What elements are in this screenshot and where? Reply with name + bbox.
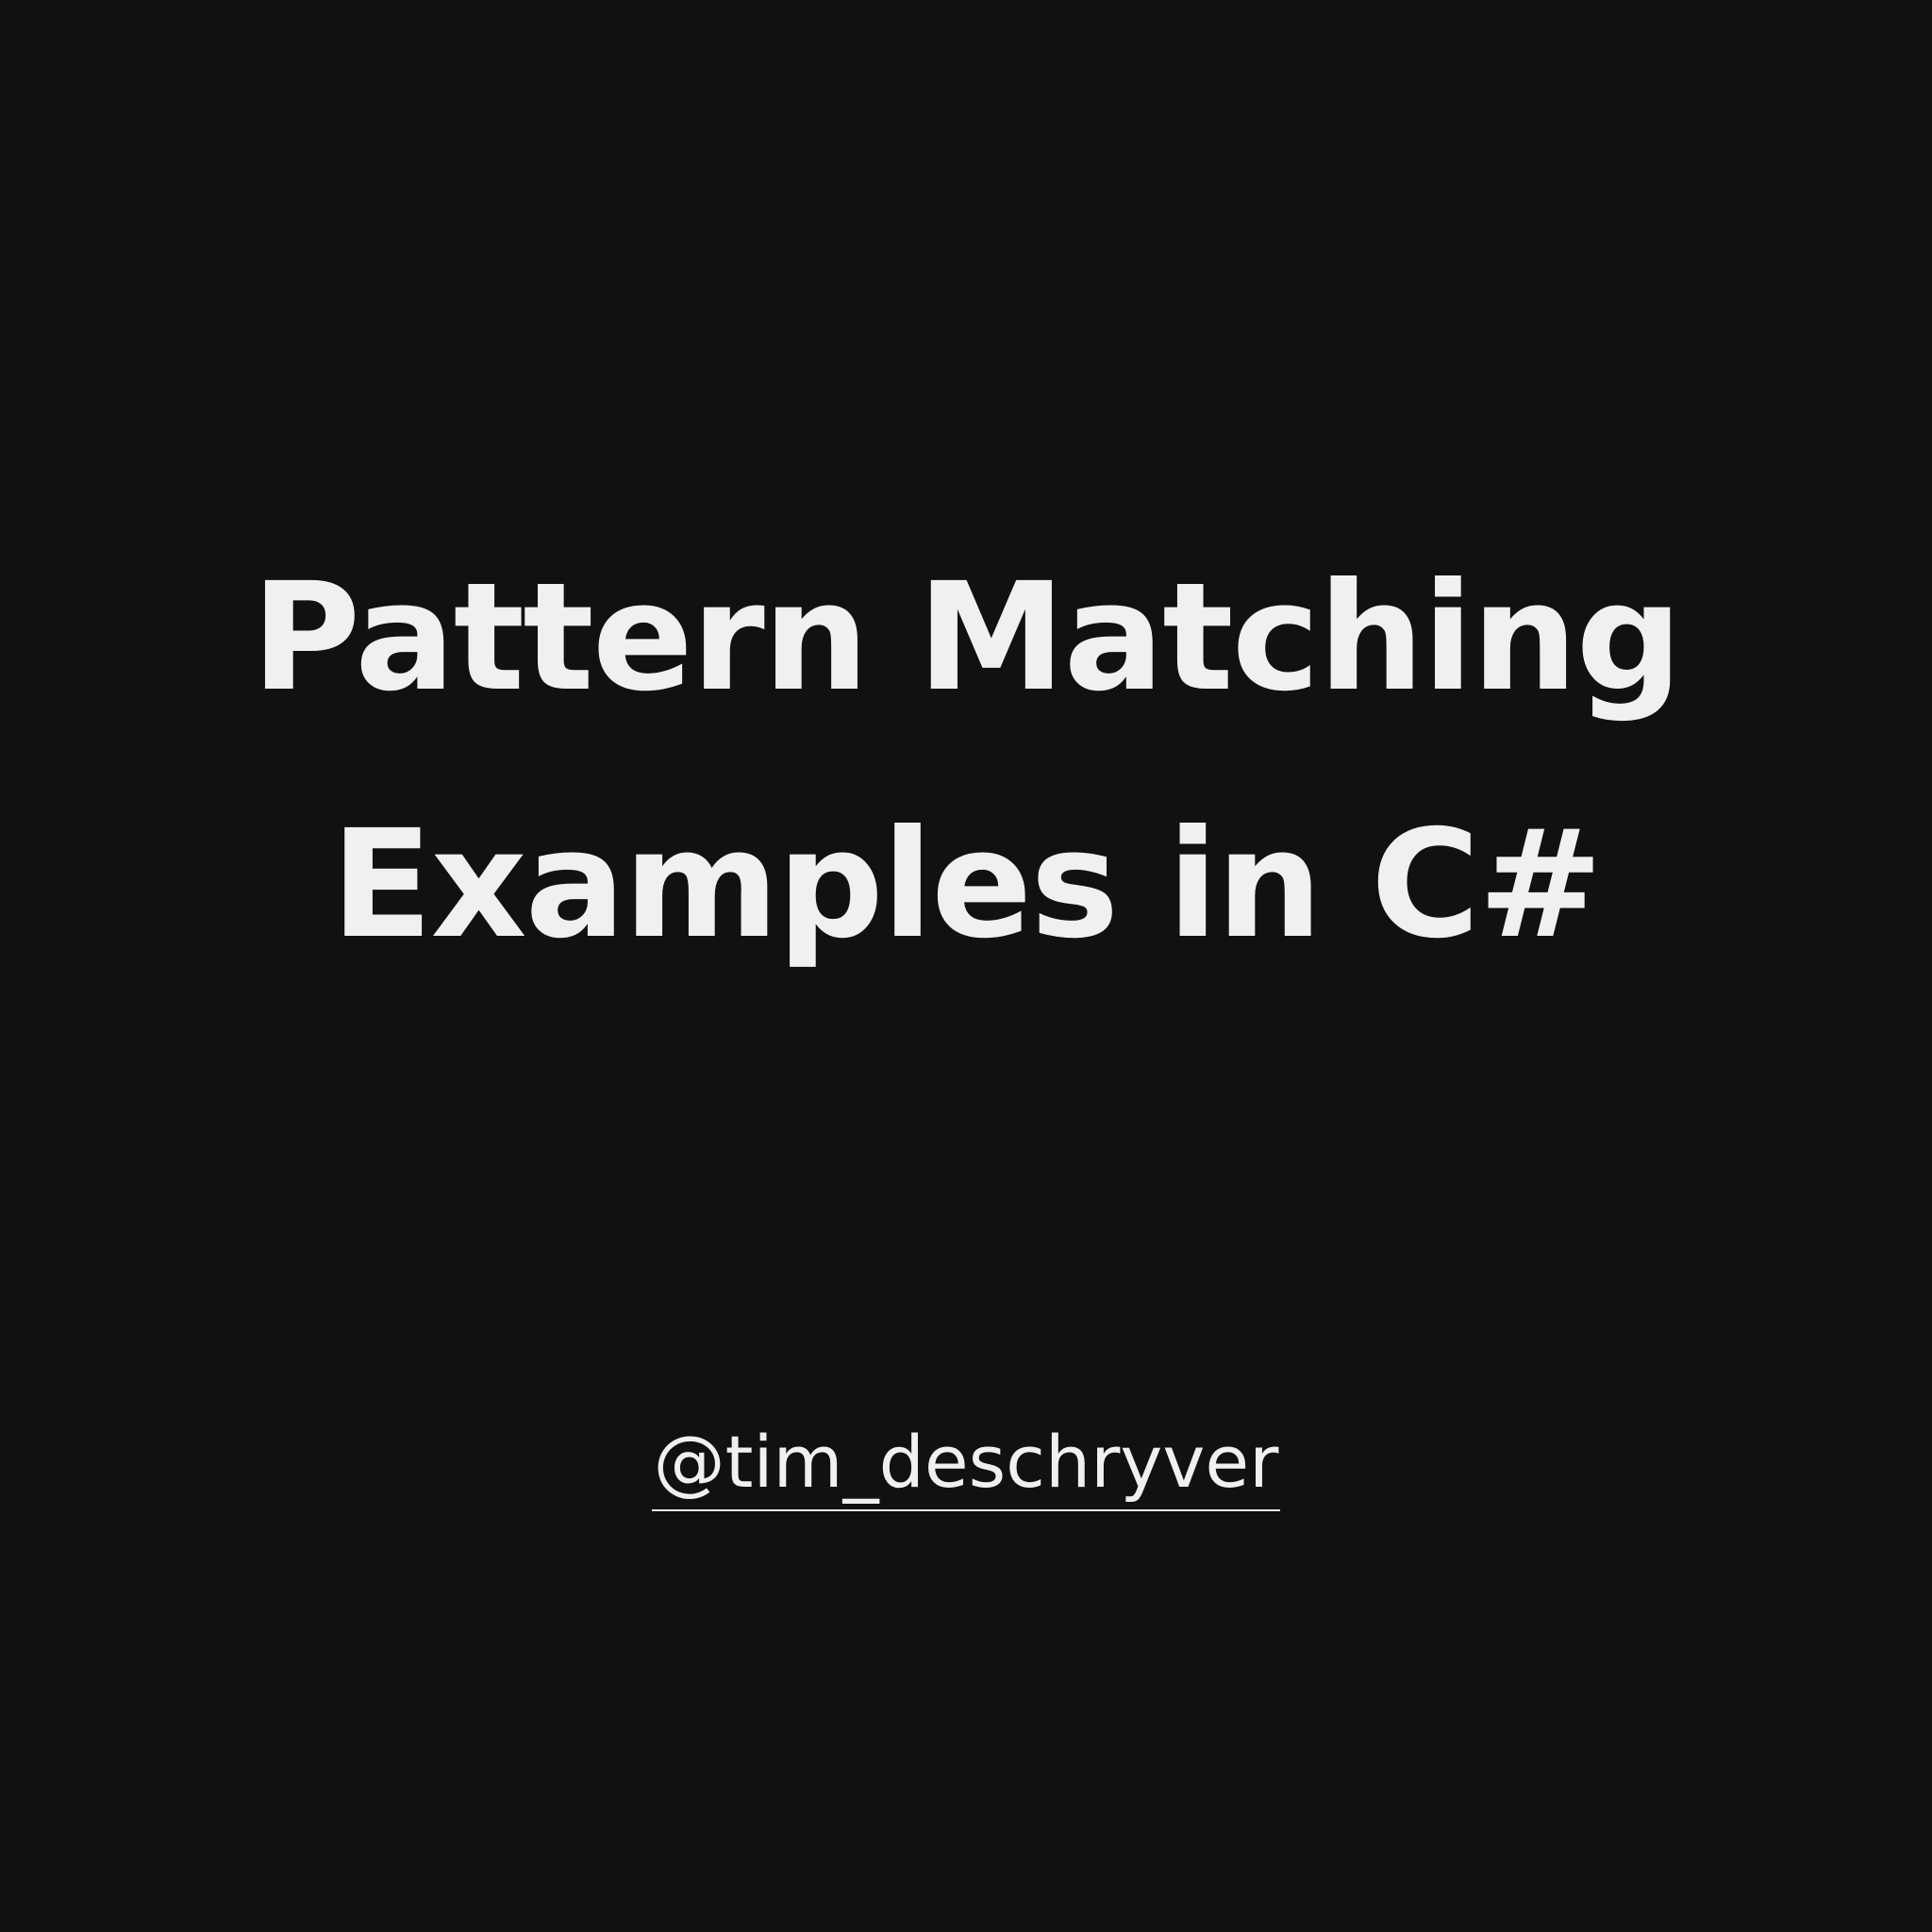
cover-title: Pattern Matching Examples in C#	[0, 514, 1932, 1008]
author-handle-link[interactable]: @tim_deschryver	[651, 1415, 1281, 1511]
title-line-2: Examples in C#	[330, 798, 1604, 972]
author-section: @tim_deschryver	[0, 1415, 1932, 1511]
title-line-1: Pattern Matching	[251, 551, 1682, 724]
